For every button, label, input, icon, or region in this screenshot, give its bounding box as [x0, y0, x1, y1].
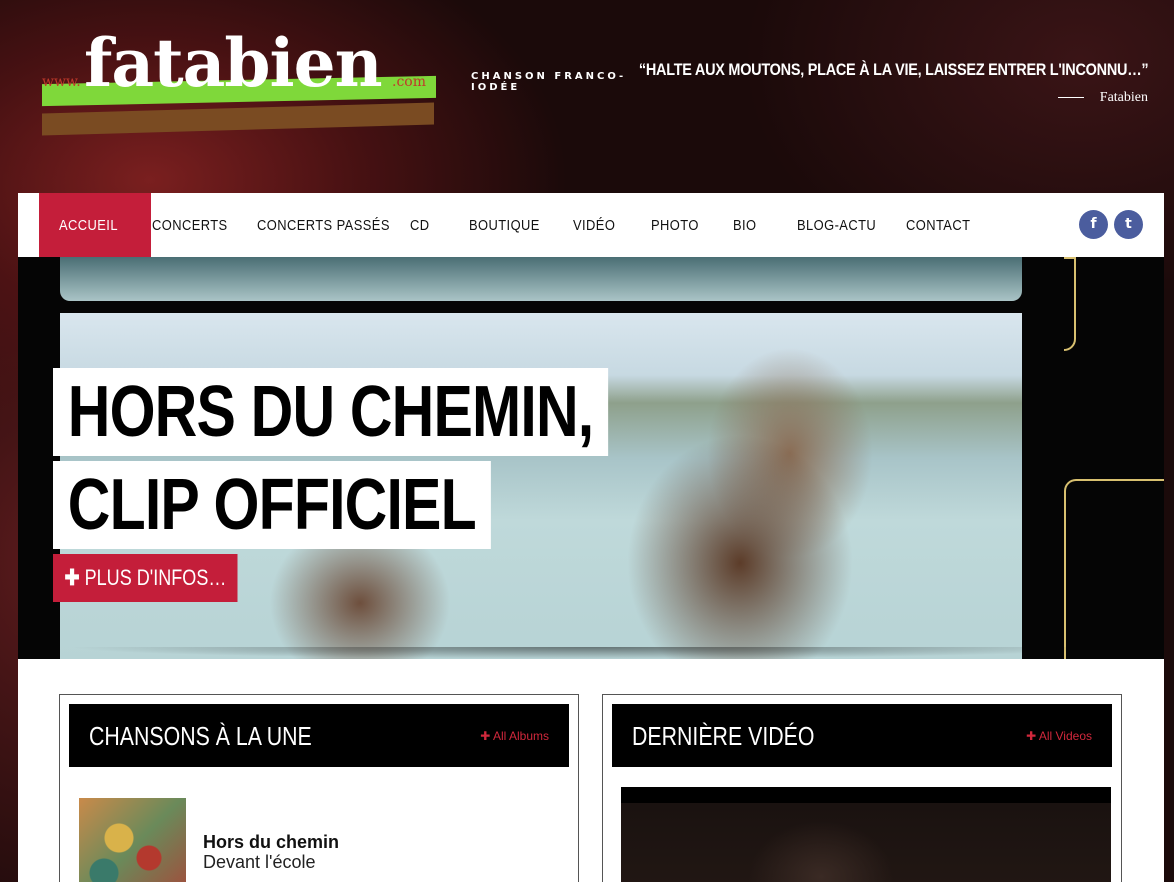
nav-item-bio[interactable]: BIO	[733, 193, 757, 257]
twitter-icon[interactable]: t	[1114, 210, 1143, 239]
all-albums-link[interactable]: ✚ All Albums	[480, 704, 549, 768]
nav-item-boutique[interactable]: BOUTIQUE	[469, 193, 540, 257]
site-logo[interactable]: www. fatabien .com	[40, 24, 440, 140]
quote-author: Fatabien	[1099, 90, 1148, 105]
plus-icon: ✚	[64, 565, 80, 590]
nav-item-accueil[interactable]: ACCUEIL	[39, 193, 151, 257]
logo-suffix: .com	[392, 74, 426, 90]
hero-title-line-1: HORS DU CHEMIN,	[53, 368, 609, 456]
panel-header: CHANSONS À LA UNE ✚ All Albums	[69, 704, 569, 767]
song-title[interactable]: Hors du chemin	[203, 832, 339, 853]
main-content: ACCUEIL CONCERTS CONCERTS PASSÉS CD BOUT…	[18, 193, 1164, 882]
nav-item-concerts-passes[interactable]: CONCERTS PASSÉS	[257, 193, 390, 257]
song-subtitle: Devant l'école	[203, 852, 316, 872]
latest-video-panel: DERNIÈRE VIDÉO ✚ All Videos	[602, 694, 1122, 882]
nav-item-cd[interactable]: CD	[410, 193, 429, 257]
facebook-icon[interactable]: f	[1079, 210, 1108, 239]
hero-photo-top-frame	[60, 257, 1022, 301]
logo-brown-stripe	[42, 102, 434, 136]
header-quote: “HALTE AUX MOUTONS, PLACE À LA VIE, LAIS…	[549, 60, 1149, 106]
all-albums-label: All Albums	[492, 729, 549, 743]
nav-item-label: ACCUEIL	[59, 217, 118, 234]
site-header: www. fatabien .com CHANSON FRANCO-IODÉE …	[0, 0, 1174, 193]
film-frame-decoration	[1064, 257, 1076, 351]
nav-item-blog-actu[interactable]: BLOG-ACTU	[797, 193, 876, 257]
panel-title: DERNIÈRE VIDÉO	[632, 721, 815, 751]
nav-item-video[interactable]: VIDÉO	[573, 193, 615, 257]
plus-icon: ✚	[480, 729, 491, 743]
more-info-button[interactable]: ✚ PLUS D'INFOS…	[53, 554, 238, 602]
film-frame-decoration	[1064, 479, 1164, 659]
panel-header: DERNIÈRE VIDÉO ✚ All Videos	[612, 704, 1112, 767]
hero-title-line-2: CLIP OFFICIEL	[53, 461, 491, 549]
plus-icon: ✚	[1026, 729, 1037, 743]
logo-wordmark: fatabien	[84, 24, 383, 102]
quote-text: “HALTE AUX MOUTONS, PLACE À LA VIE, LAIS…	[638, 60, 1149, 79]
nav-item-photo[interactable]: PHOTO	[651, 193, 699, 257]
quote-author-line: Fatabien	[549, 90, 1148, 106]
panel-title: CHANSONS À LA UNE	[89, 721, 312, 751]
album-cover-thumbnail[interactable]	[79, 798, 186, 882]
all-videos-link[interactable]: ✚ All Videos	[1026, 704, 1092, 768]
hero-shadow	[18, 647, 1164, 659]
more-info-label: PLUS D'INFOS…	[84, 565, 227, 590]
video-player[interactable]	[621, 787, 1111, 882]
hero-title: HORS DU CHEMIN, CLIP OFFICIEL	[53, 368, 730, 549]
all-videos-label: All Videos	[1038, 729, 1092, 743]
hero-banner[interactable]: HORS DU CHEMIN, CLIP OFFICIEL ✚ PLUS D'I…	[18, 257, 1164, 659]
featured-songs-panel: CHANSONS À LA UNE ✚ All Albums Hors du c…	[59, 694, 579, 882]
nav-item-contact[interactable]: CONTACT	[906, 193, 970, 257]
nav-item-concerts[interactable]: CONCERTS	[152, 193, 228, 257]
main-nav: ACCUEIL CONCERTS CONCERTS PASSÉS CD BOUT…	[18, 193, 1164, 258]
logo-prefix: www.	[42, 74, 81, 90]
quote-dash	[1057, 97, 1084, 99]
